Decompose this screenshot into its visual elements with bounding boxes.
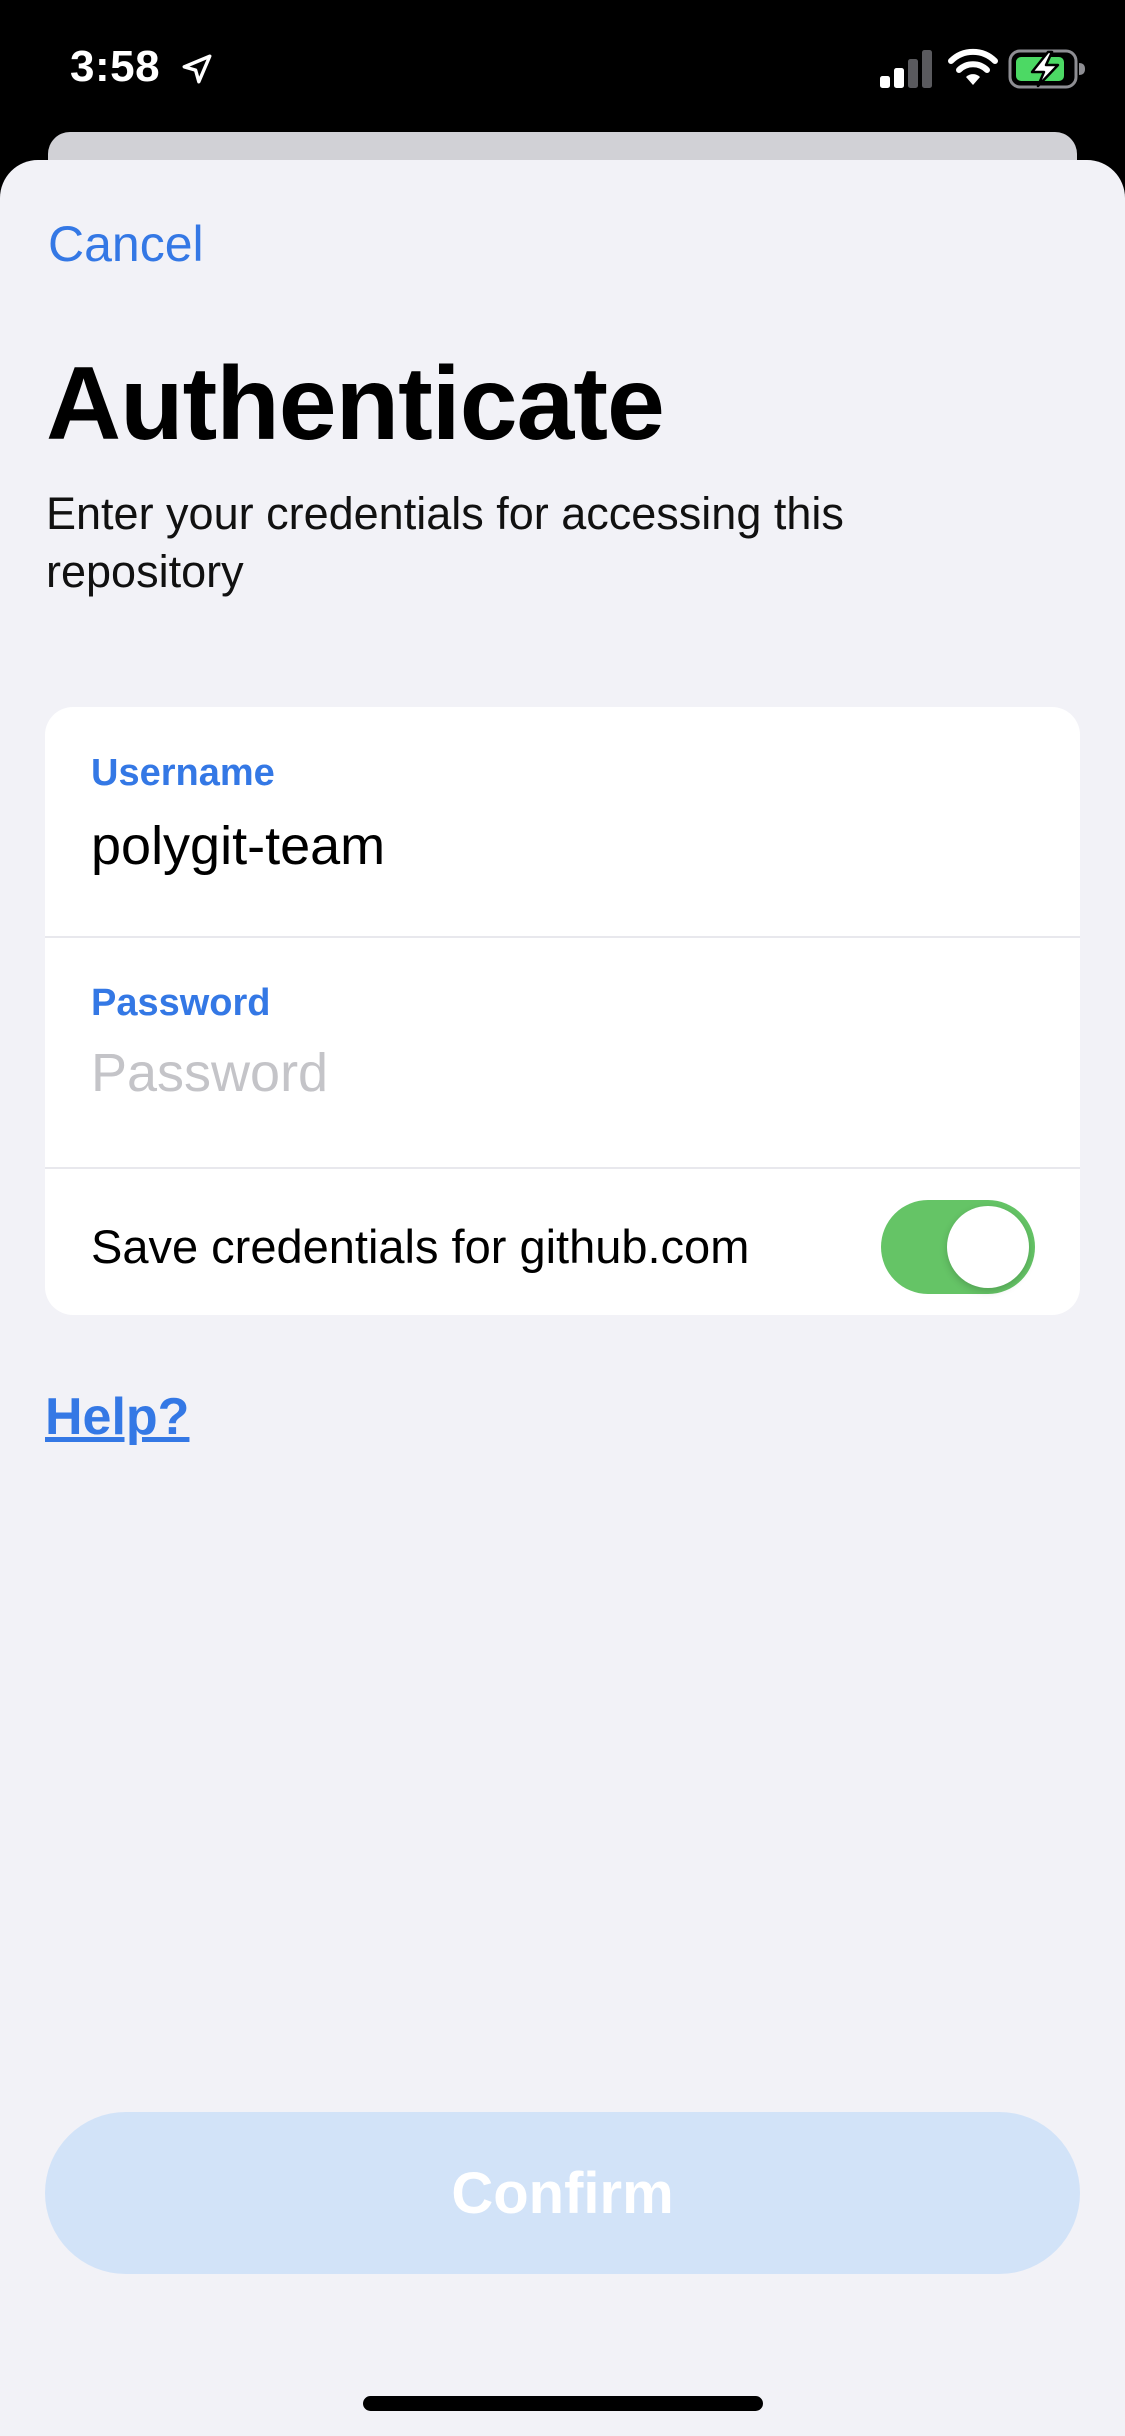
page-title: Authenticate [46,346,665,462]
username-field[interactable]: Username polygit-team [45,707,1080,936]
credentials-form: Username polygit-team Password Save cred… [45,707,1080,1315]
wifi-icon [948,48,998,85]
cellular-signal-icon [880,50,932,88]
location-arrow-icon [182,54,212,84]
password-label: Password [91,982,271,1024]
status-time: 3:58 [70,42,161,91]
password-input[interactable] [91,1037,1031,1109]
password-field[interactable]: Password [45,937,1080,1166]
save-credentials-label: Save credentials for github.com [91,1220,750,1273]
cancel-button[interactable]: Cancel [48,215,204,273]
help-link[interactable]: Help? [45,1387,189,1447]
confirm-button[interactable]: Confirm [45,2112,1080,2274]
save-credentials-row: Save credentials for github.com [45,1169,1080,1315]
toggle-knob [947,1206,1029,1288]
page-subtitle: Enter your credentials for accessing thi… [46,488,844,597]
home-indicator [363,2396,763,2411]
battery-charging-icon [1008,49,1085,89]
save-credentials-toggle[interactable] [881,1200,1035,1294]
username-label: Username [91,752,275,794]
status-bar: 3:58 [0,0,1125,135]
username-value[interactable]: polygit-team [91,815,385,877]
authenticate-sheet: Cancel Authenticate Enter your credentia… [0,160,1125,2436]
